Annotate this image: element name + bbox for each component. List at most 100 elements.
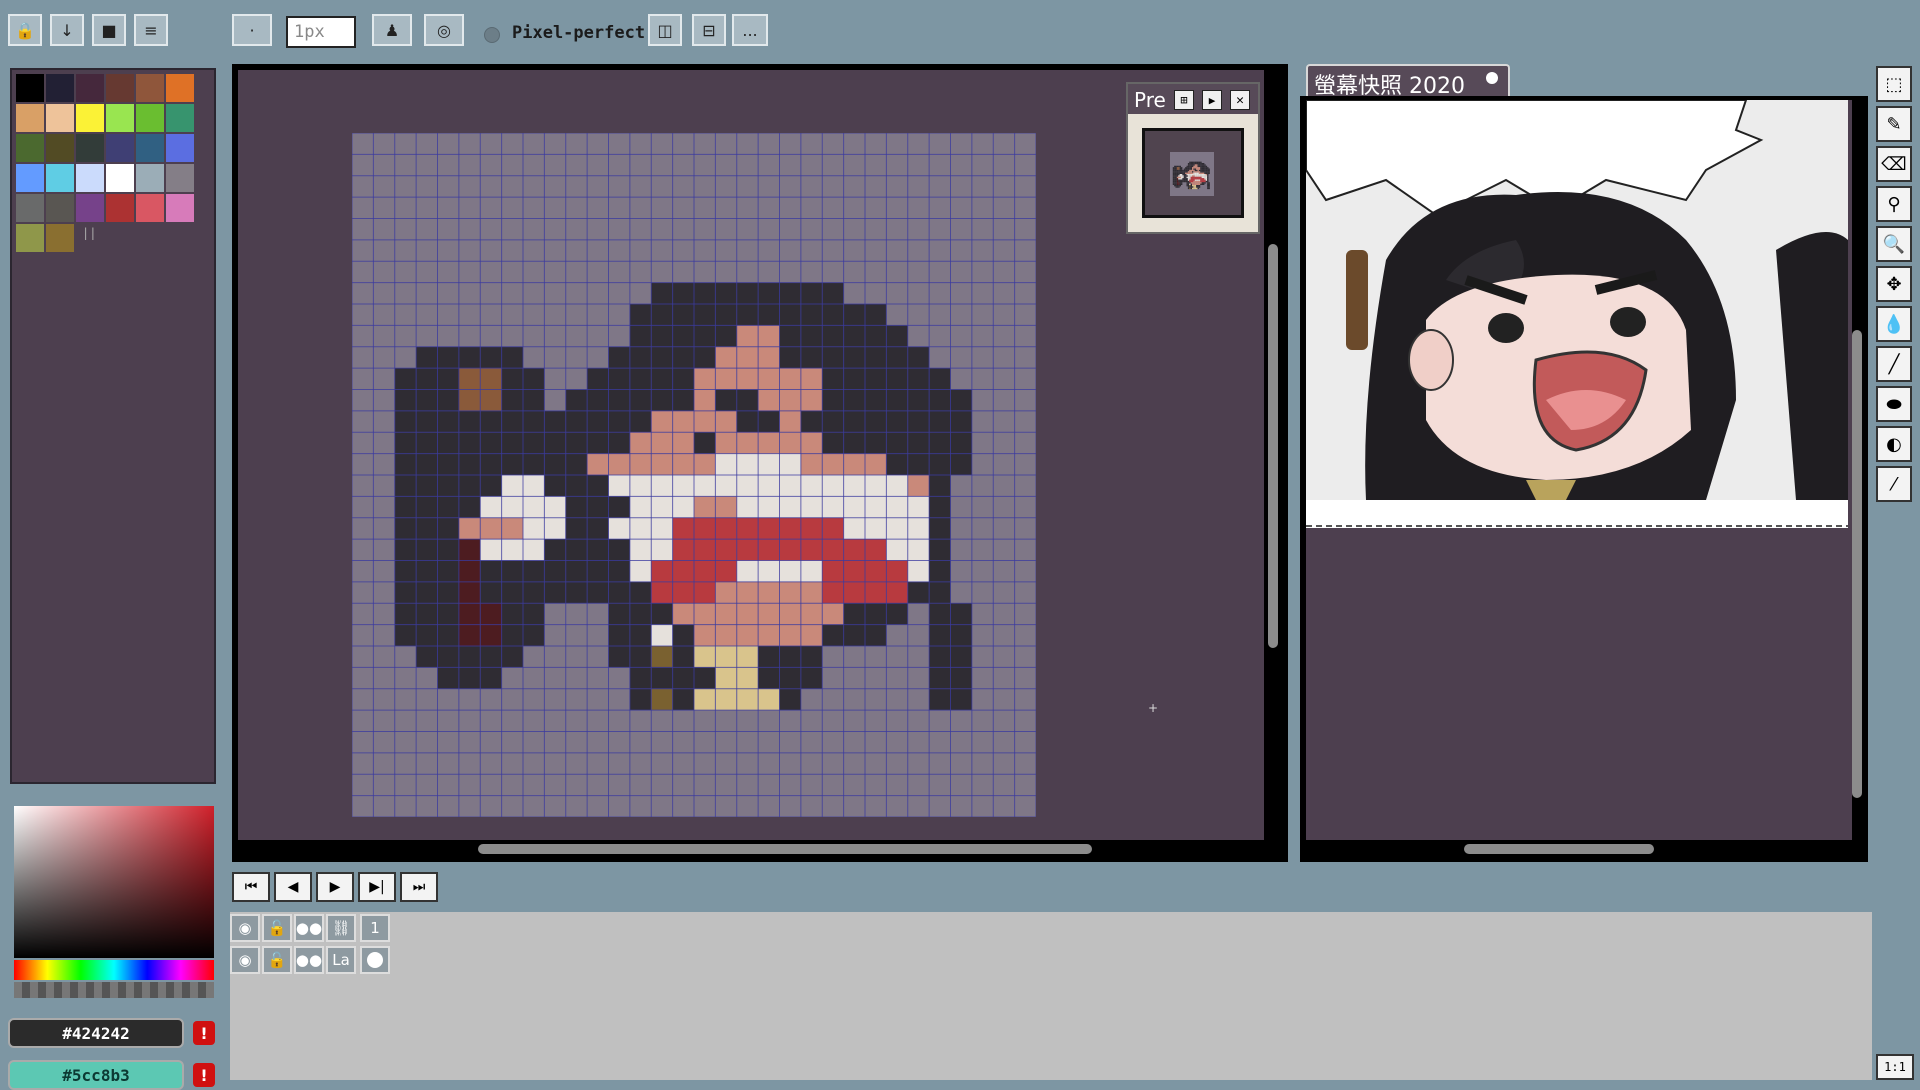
preview-pixel [1185, 174, 1187, 176]
palette-swatch[interactable] [106, 164, 134, 192]
symmetry-vertical-button[interactable]: ◫ [648, 14, 682, 46]
canvas-pixel [480, 346, 502, 369]
pixel-perfect-checkbox[interactable] [484, 27, 500, 43]
palette-swatch[interactable] [106, 74, 134, 102]
palette-swatch[interactable] [106, 134, 134, 162]
palette-swatch[interactable] [46, 194, 74, 222]
palette-swatch[interactable] [16, 74, 44, 102]
canvas-scrollbar-horizontal[interactable] [478, 844, 1092, 854]
ink-mode-button[interactable]: ◎ [424, 14, 464, 46]
layer-2-lock-toggle[interactable]: 🔓 [262, 946, 292, 974]
alpha-slider[interactable] [14, 982, 214, 998]
preview-pixel [1207, 175, 1209, 177]
layer-1-visibility-toggle[interactable]: ◉ [230, 914, 260, 942]
preview-pixel [1197, 180, 1199, 183]
layer-2-visibility-toggle[interactable]: ◉ [230, 946, 260, 974]
more-options-button[interactable]: ... [732, 14, 768, 46]
play-button[interactable]: ▶ [316, 872, 354, 902]
palette-swatch[interactable] [136, 104, 164, 132]
palette-swatch[interactable] [16, 164, 44, 192]
line-tool[interactable]: ╱ [1876, 346, 1912, 382]
palette-swatch[interactable] [136, 164, 164, 192]
pencil-tool[interactable]: ✎ [1876, 106, 1912, 142]
brush-size-input[interactable]: 1px [286, 16, 356, 48]
dither-brush-tool[interactable]: ⁄ [1876, 466, 1912, 502]
palette-swatch[interactable] [46, 134, 74, 162]
reference-scrollbar-horizontal[interactable] [1464, 844, 1654, 854]
layer-2-name[interactable]: La [326, 946, 356, 974]
layer-1-lock-toggle[interactable]: 🔓 [262, 914, 292, 942]
download-button[interactable]: ↓ [50, 14, 84, 46]
palette-swatch[interactable] [16, 134, 44, 162]
palette-swatch[interactable] [166, 164, 194, 192]
canvas-pixel [608, 453, 630, 475]
preview-pixel [1192, 179, 1194, 181]
preview-play-button[interactable]: ▶ [1202, 90, 1222, 110]
shading-tool[interactable]: ◐ [1876, 426, 1912, 462]
primary-color-hex[interactable]: #424242 [8, 1018, 184, 1048]
canvas-pixel [501, 410, 523, 433]
eyedropper-tool[interactable]: ⚲ [1876, 186, 1912, 222]
canvas-pixel [694, 581, 716, 604]
layer-1-onion-toggle[interactable]: ●● [294, 914, 324, 942]
palette-swatch[interactable] [16, 194, 44, 222]
palette-swatch[interactable] [76, 134, 104, 162]
palette-swatch[interactable] [166, 74, 194, 102]
lock-button[interactable]: 🔒 [8, 14, 42, 46]
palette-swatch[interactable] [46, 74, 74, 102]
preview-pixel [1183, 174, 1186, 176]
previous-frame-button[interactable]: ◀ [274, 872, 312, 902]
reference-scrollbar-vertical[interactable] [1852, 330, 1862, 798]
fill-tool[interactable]: 💧 [1876, 306, 1912, 342]
palette-swatch[interactable] [136, 194, 164, 222]
first-frame-button[interactable]: ⏮ [232, 872, 270, 902]
palette-swatch[interactable] [46, 224, 74, 252]
palette-swatch[interactable] [16, 224, 44, 252]
next-frame-button[interactable]: ▶| [358, 872, 396, 902]
palette-swatch[interactable] [16, 104, 44, 132]
palette-swatch[interactable] [46, 164, 74, 192]
layer-2-frame-cel[interactable] [360, 946, 390, 974]
eraser-tool[interactable]: ⌫ [1876, 146, 1912, 182]
brush-shape-button[interactable]: · [232, 14, 272, 46]
palette-swatch[interactable] [76, 194, 104, 222]
layer-1-name[interactable]: 1 [360, 914, 390, 942]
preview-close-button[interactable]: ✕ [1230, 90, 1250, 110]
saturation-value-picker[interactable] [14, 806, 214, 958]
menu-button[interactable]: ≡ [134, 14, 168, 46]
hue-slider[interactable] [14, 960, 214, 980]
stamp-button[interactable]: ♟ [372, 14, 412, 46]
palette-swatch[interactable] [76, 164, 104, 192]
palette-swatch[interactable] [76, 74, 104, 102]
palette-swatch[interactable] [46, 104, 74, 132]
palette-swatch[interactable] [106, 104, 134, 132]
preview-pixel [1172, 180, 1175, 183]
save-button[interactable]: ■ [92, 14, 126, 46]
rectangle-select-tool[interactable]: ⬚ [1876, 66, 1912, 102]
palette-swatch[interactable] [136, 134, 164, 162]
palette-swatch[interactable] [106, 194, 134, 222]
pixel-art-canvas[interactable] [352, 133, 1036, 817]
move-tool[interactable]: ✥ [1876, 266, 1912, 302]
layer-1-link-toggle[interactable]: ⛓ [326, 914, 356, 942]
canvas-scrollbar-vertical[interactable] [1268, 244, 1278, 648]
zoom-tool[interactable]: 🔍 [1876, 226, 1912, 262]
palette-swatch[interactable] [136, 74, 164, 102]
last-frame-button[interactable]: ⏭ [400, 872, 438, 902]
zoom-reset-button[interactable]: 1:1 [1876, 1054, 1914, 1080]
ellipse-tool[interactable]: ⬬ [1876, 386, 1912, 422]
canvas-pixel [523, 517, 545, 540]
canvas-pixel [736, 282, 759, 304]
palette-swatch[interactable] [76, 104, 104, 132]
secondary-color-hex[interactable]: #5cc8b3 [8, 1060, 184, 1090]
canvas-pixel [672, 475, 694, 497]
symmetry-horizontal-button[interactable]: ⊟ [692, 14, 726, 46]
layer-2-onion-toggle[interactable]: ●● [294, 946, 324, 974]
preview-pixel [1182, 171, 1184, 173]
palette-swatch[interactable] [166, 194, 194, 222]
palette-swatch[interactable] [166, 134, 194, 162]
palette-swatch[interactable] [166, 104, 194, 132]
canvas-pixel [800, 539, 823, 561]
preview-settings-button[interactable]: ⊞ [1174, 90, 1194, 110]
canvas-pixel [822, 368, 844, 390]
